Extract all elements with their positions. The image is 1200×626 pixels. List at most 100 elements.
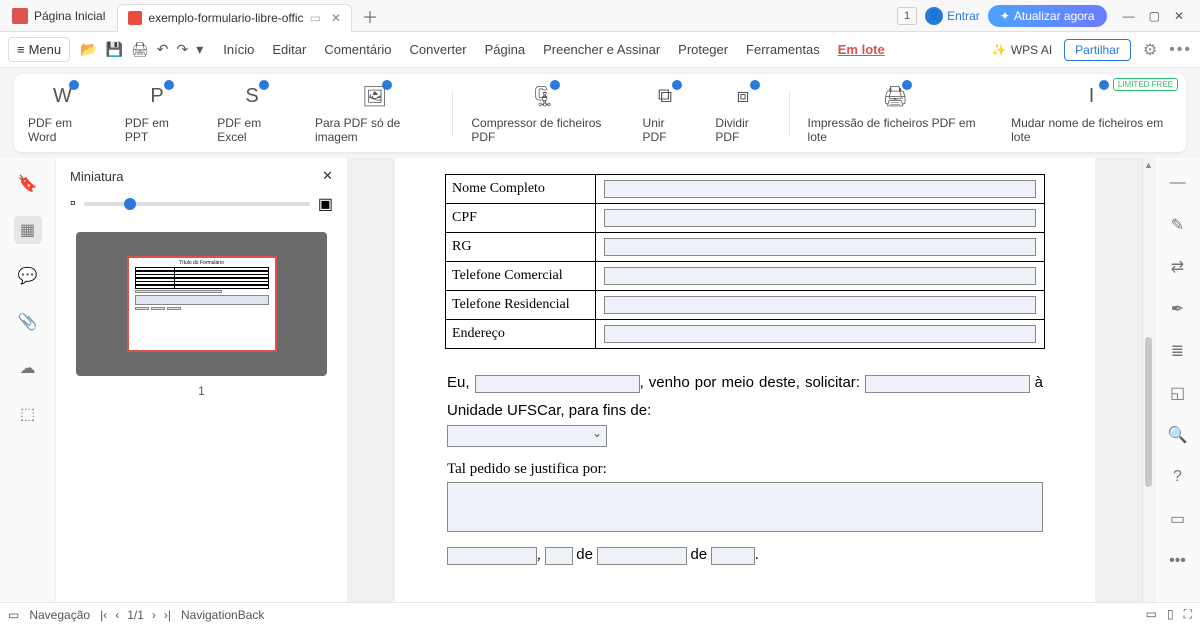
menu-preencher[interactable]: Preencher e Assinar (543, 42, 660, 57)
outline-icon[interactable]: ≣ (1165, 338, 1191, 364)
new-tab-button[interactable]: ＋ (352, 4, 388, 28)
ribbon-pdf-image[interactable]: 🖼Para PDF só de imagem (301, 82, 448, 144)
layers-icon[interactable]: ⬚ (14, 400, 42, 428)
form-field-local[interactable] (447, 547, 537, 565)
dropdown-icon[interactable]: ▾ (196, 41, 203, 58)
text: Eu, (447, 374, 475, 391)
ribbon-label: PDF em Word (28, 116, 97, 144)
comment-icon[interactable]: 💬 (14, 262, 42, 290)
thumbnail-title: Miniatura (70, 169, 123, 184)
attachment-icon[interactable]: 📎 (14, 308, 42, 336)
first-page-icon[interactable]: |‹ (100, 608, 107, 622)
menu-proteger[interactable]: Proteger (678, 42, 728, 57)
help-icon[interactable]: ? (1165, 464, 1191, 490)
menu-ferramentas[interactable]: Ferramentas (746, 42, 820, 57)
prev-page-icon[interactable]: ‹ (115, 608, 119, 622)
presentation-icon[interactable]: ▭ (310, 11, 321, 25)
reader-mode-badge[interactable]: 1 (897, 7, 917, 25)
zoom-small-icon[interactable]: ▫ (70, 195, 76, 213)
text: , venho por meio deste, solicitar: (640, 374, 865, 391)
menu-inicio[interactable]: Início (223, 42, 254, 57)
menu-em-lote[interactable]: Em lote (838, 42, 885, 57)
form-field-rg[interactable] (604, 238, 1036, 256)
ribbon-compress[interactable]: 🗜Compressor de ficheiros PDF (457, 82, 628, 144)
sign-in-button[interactable]: 👤 Entrar (925, 7, 980, 25)
close-panel-icon[interactable]: ✕ (322, 168, 333, 184)
nav-toggle-icon[interactable]: ▭ (8, 608, 19, 622)
close-icon[interactable]: ✕ (1174, 9, 1184, 23)
form-field-tel-res[interactable] (604, 296, 1036, 314)
crop-icon[interactable]: ◱ (1165, 380, 1191, 406)
settings-icon[interactable]: ⚙ (1143, 40, 1157, 60)
menu-comentario[interactable]: Comentário (324, 42, 391, 57)
wps-ai-button[interactable]: ✨ WPS AI (992, 43, 1052, 57)
redo-icon[interactable]: ↷ (177, 41, 189, 58)
file-tab[interactable]: exemplo-formulario-libre-offic ▭ ✕ (117, 4, 352, 32)
convert-icon[interactable]: ⇄ (1165, 254, 1191, 280)
edit-icon[interactable]: ✎ (1165, 212, 1191, 238)
update-now-button[interactable]: ✦ Atualizar agora (988, 5, 1107, 27)
form-dropdown-fins[interactable] (447, 425, 607, 447)
form-field-solicitar[interactable] (865, 375, 1030, 393)
last-page-icon[interactable]: ›| (164, 608, 171, 622)
more-tools-icon[interactable]: ••• (1165, 548, 1191, 574)
justify-label: Tal pedido se justifica por: (395, 447, 1095, 482)
zoom-slider[interactable] (84, 202, 310, 206)
menu-pagina[interactable]: Página (485, 42, 525, 57)
scroll-up-icon[interactable]: ▲ (1143, 158, 1154, 172)
tools-icon[interactable]: ▭ (1165, 506, 1191, 532)
bookmark-icon[interactable]: 🔖 (14, 170, 42, 198)
ribbon-pdf-excel[interactable]: SPDF em Excel (203, 82, 301, 144)
book-view-icon[interactable]: ▭ (1146, 607, 1157, 622)
ribbon-pdf-ppt[interactable]: PPDF em PPT (111, 82, 203, 144)
ribbon-rename-batch[interactable]: IMudar nome de ficheiros em lote (997, 82, 1186, 144)
share-button[interactable]: Partilhar (1064, 39, 1131, 61)
menu-button[interactable]: ≡ Menu (8, 37, 70, 62)
more-icon[interactable]: ••• (1169, 41, 1192, 59)
form-field-tel-com[interactable] (604, 267, 1036, 285)
minimize-icon[interactable]: — (1123, 9, 1135, 23)
nav-back-label[interactable]: NavigationBack (181, 608, 264, 622)
document-canvas[interactable]: Nome Completo CPF RG Telefone Comercial … (348, 158, 1142, 620)
scroll-thumb[interactable] (1145, 337, 1152, 487)
main-area: 🔖 ▦ 💬 📎 ☁ ⬚ Miniatura ✕ ▫ ▣ Título do Fo… (0, 158, 1200, 620)
continuous-view-icon[interactable]: ▯ (1167, 607, 1174, 622)
vertical-scrollbar[interactable]: ▲ ▼ (1142, 158, 1154, 620)
undo-icon[interactable]: ↶ (157, 41, 169, 58)
maximize-icon[interactable]: ▢ (1149, 9, 1160, 23)
page-indicator[interactable]: 1/1 (127, 608, 144, 622)
collapse-icon[interactable]: — (1165, 170, 1191, 196)
close-tab-icon[interactable]: ✕ (331, 11, 341, 25)
menu-converter[interactable]: Converter (410, 42, 467, 57)
home-tab[interactable]: Página Inicial (0, 0, 117, 31)
form-field-eu[interactable] (475, 375, 640, 393)
user-icon: 👤 (925, 7, 943, 25)
ribbon-pdf-word[interactable]: WPDF em Word (14, 82, 111, 144)
menu-editar[interactable]: Editar (272, 42, 306, 57)
open-icon[interactable]: 📂 (80, 41, 97, 58)
form-field-ano[interactable] (711, 547, 755, 565)
table-row: Endereço (446, 320, 1045, 349)
next-page-icon[interactable]: › (152, 608, 156, 622)
thumbnail-page-1[interactable]: Título do Formulário (127, 256, 277, 352)
print-icon[interactable]: 🖨 (131, 41, 149, 58)
form-field-nome[interactable] (604, 180, 1036, 198)
thumbnail-icon[interactable]: ▦ (14, 216, 42, 244)
sign-icon[interactable]: ✒ (1165, 296, 1191, 322)
form-field-cpf[interactable] (604, 209, 1036, 227)
magic-wand-icon: ✨ (992, 43, 1007, 57)
form-field-justificativa[interactable] (447, 482, 1043, 532)
cloud-icon[interactable]: ☁ (14, 354, 42, 382)
ribbon-label: Impressão de ficheiros PDF em lote (808, 116, 984, 144)
search-icon[interactable]: 🔍 (1165, 422, 1191, 448)
ribbon-split[interactable]: ⧈Dividir PDF (701, 82, 784, 144)
form-field-mes[interactable] (597, 547, 687, 565)
form-field-dia[interactable] (545, 547, 573, 565)
ribbon-merge[interactable]: ⧉Unir PDF (629, 82, 702, 144)
full-screen-icon[interactable]: ⛶ (1184, 607, 1192, 622)
form-field-endereco[interactable] (604, 325, 1036, 343)
table-row: RG (446, 233, 1045, 262)
save-icon[interactable]: 💾 (106, 41, 123, 58)
ribbon-print-batch[interactable]: 🖨Impressão de ficheiros PDF em lote (794, 82, 998, 144)
zoom-large-icon[interactable]: ▣ (318, 194, 333, 214)
